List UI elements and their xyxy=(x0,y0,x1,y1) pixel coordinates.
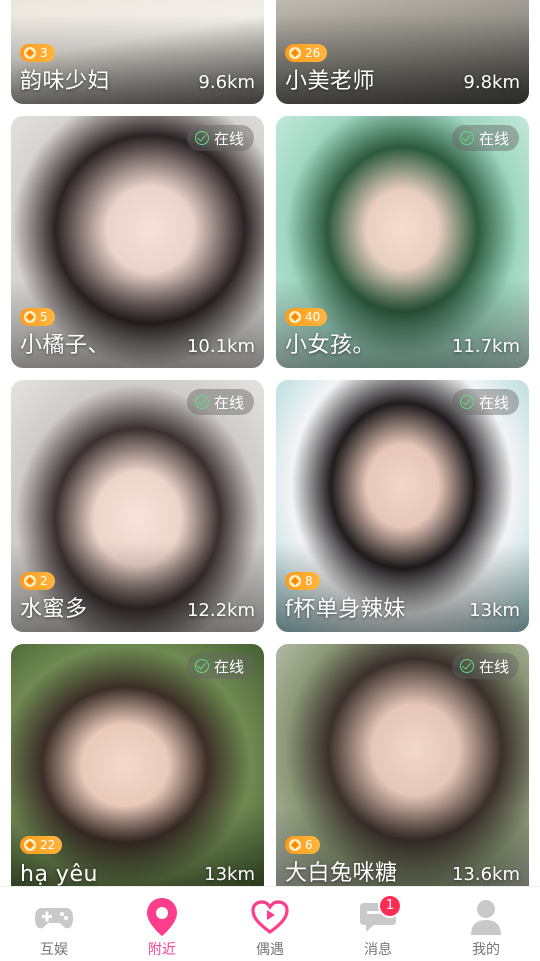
user-card[interactable]: 在线 22 hạ yêu 13km xyxy=(11,644,264,886)
user-card[interactable]: 3 韵味少妇 9.6km xyxy=(11,0,264,104)
check-circle-icon xyxy=(194,659,209,673)
check-circle-icon xyxy=(194,131,209,145)
user-card[interactable]: 在线 2 水蜜多 12.2km xyxy=(11,380,264,632)
tab-messages[interactable]: 1 消息 xyxy=(324,887,432,961)
user-card[interactable]: 在线 6 大白兔咪糖 13.6km xyxy=(276,644,529,886)
user-name: 小美老师 xyxy=(285,69,376,94)
tab-label: 偶遇 xyxy=(256,942,284,958)
level-value: 8 xyxy=(305,574,313,588)
chat-bubble-icon: 1 xyxy=(356,894,402,939)
user-name: 大白兔咪糖 xyxy=(285,861,398,886)
user-distance: 13.6km xyxy=(451,864,520,885)
user-distance: 12.2km xyxy=(186,600,255,621)
online-label: 在线 xyxy=(478,657,509,676)
level-icon xyxy=(24,839,36,851)
user-name: 小女孩。 xyxy=(285,333,376,358)
online-status: 在线 xyxy=(186,389,254,415)
gamepad-icon xyxy=(32,895,76,939)
level-icon xyxy=(289,311,301,323)
check-circle-icon xyxy=(459,659,474,673)
online-status: 在线 xyxy=(451,389,519,415)
tab-label: 我的 xyxy=(472,942,500,958)
user-distance: 11.7km xyxy=(451,336,520,357)
location-pin-icon xyxy=(140,895,184,939)
online-label: 在线 xyxy=(213,657,244,676)
check-circle-icon xyxy=(459,131,474,145)
user-distance: 13km xyxy=(469,600,520,621)
user-name: f杯单身辣妹 xyxy=(285,597,406,622)
level-badge: 8 xyxy=(285,572,320,590)
level-badge: 22 xyxy=(20,836,63,854)
tab-encounter[interactable]: 偶遇 xyxy=(216,887,324,961)
level-value: 22 xyxy=(40,838,56,852)
level-badge: 2 xyxy=(20,572,55,590)
level-icon xyxy=(24,575,36,587)
user-distance: 9.8km xyxy=(463,72,520,93)
user-card[interactable]: 在线 8 f杯单身辣妹 13km xyxy=(276,380,529,632)
check-circle-icon xyxy=(194,395,209,409)
user-card[interactable]: 在线 5 小橘子、 10.1km xyxy=(11,116,264,368)
user-distance: 9.6km xyxy=(198,72,255,93)
online-status: 在线 xyxy=(186,125,254,151)
user-name: 小橘子、 xyxy=(20,333,111,358)
level-badge: 6 xyxy=(285,836,320,854)
level-badge: 3 xyxy=(20,44,55,62)
level-icon xyxy=(289,839,301,851)
tab-label: 消息 xyxy=(364,942,392,958)
user-card[interactable]: 26 小美老师 9.8km xyxy=(276,0,529,104)
online-label: 在线 xyxy=(213,393,244,412)
level-icon xyxy=(289,47,301,59)
tab-label: 附近 xyxy=(148,942,176,958)
level-value: 40 xyxy=(305,310,321,324)
user-name: 韵味少妇 xyxy=(20,69,111,94)
online-status: 在线 xyxy=(451,653,519,679)
level-icon xyxy=(289,575,301,587)
level-value: 3 xyxy=(40,46,48,60)
online-status: 在线 xyxy=(451,125,519,151)
person-icon xyxy=(464,895,508,939)
online-label: 在线 xyxy=(213,129,244,148)
level-value: 26 xyxy=(305,46,321,60)
level-badge: 5 xyxy=(20,308,55,326)
tab-nearby[interactable]: 附近 xyxy=(108,887,216,961)
level-value: 5 xyxy=(40,310,48,324)
level-icon xyxy=(24,311,36,323)
tab-entertainment[interactable]: 互娱 xyxy=(0,887,108,961)
level-badge: 26 xyxy=(285,44,328,62)
online-status: 在线 xyxy=(186,653,254,679)
user-distance: 13km xyxy=(204,864,255,885)
level-badge: 40 xyxy=(285,308,328,326)
tab-label: 互娱 xyxy=(40,942,68,958)
level-icon xyxy=(24,47,36,59)
notification-badge: 1 xyxy=(378,894,402,918)
check-circle-icon xyxy=(459,395,474,409)
user-name: 水蜜多 xyxy=(20,597,88,622)
online-label: 在线 xyxy=(478,393,509,412)
tab-profile[interactable]: 我的 xyxy=(432,887,540,961)
bottom-tab-bar: 互娱 附近 偶遇 1 消息 我的 xyxy=(0,886,540,961)
level-value: 6 xyxy=(305,838,313,852)
user-card[interactable]: 在线 40 小女孩。 11.7km xyxy=(276,116,529,368)
heart-play-icon xyxy=(248,895,292,939)
nearby-users-grid: 3 韵味少妇 9.6km 26 小美老师 9.8km 在线 5 小橘子、 10.… xyxy=(0,0,540,886)
online-label: 在线 xyxy=(478,129,509,148)
user-name: hạ yêu xyxy=(20,862,98,886)
user-distance: 10.1km xyxy=(186,336,255,357)
level-value: 2 xyxy=(40,574,48,588)
